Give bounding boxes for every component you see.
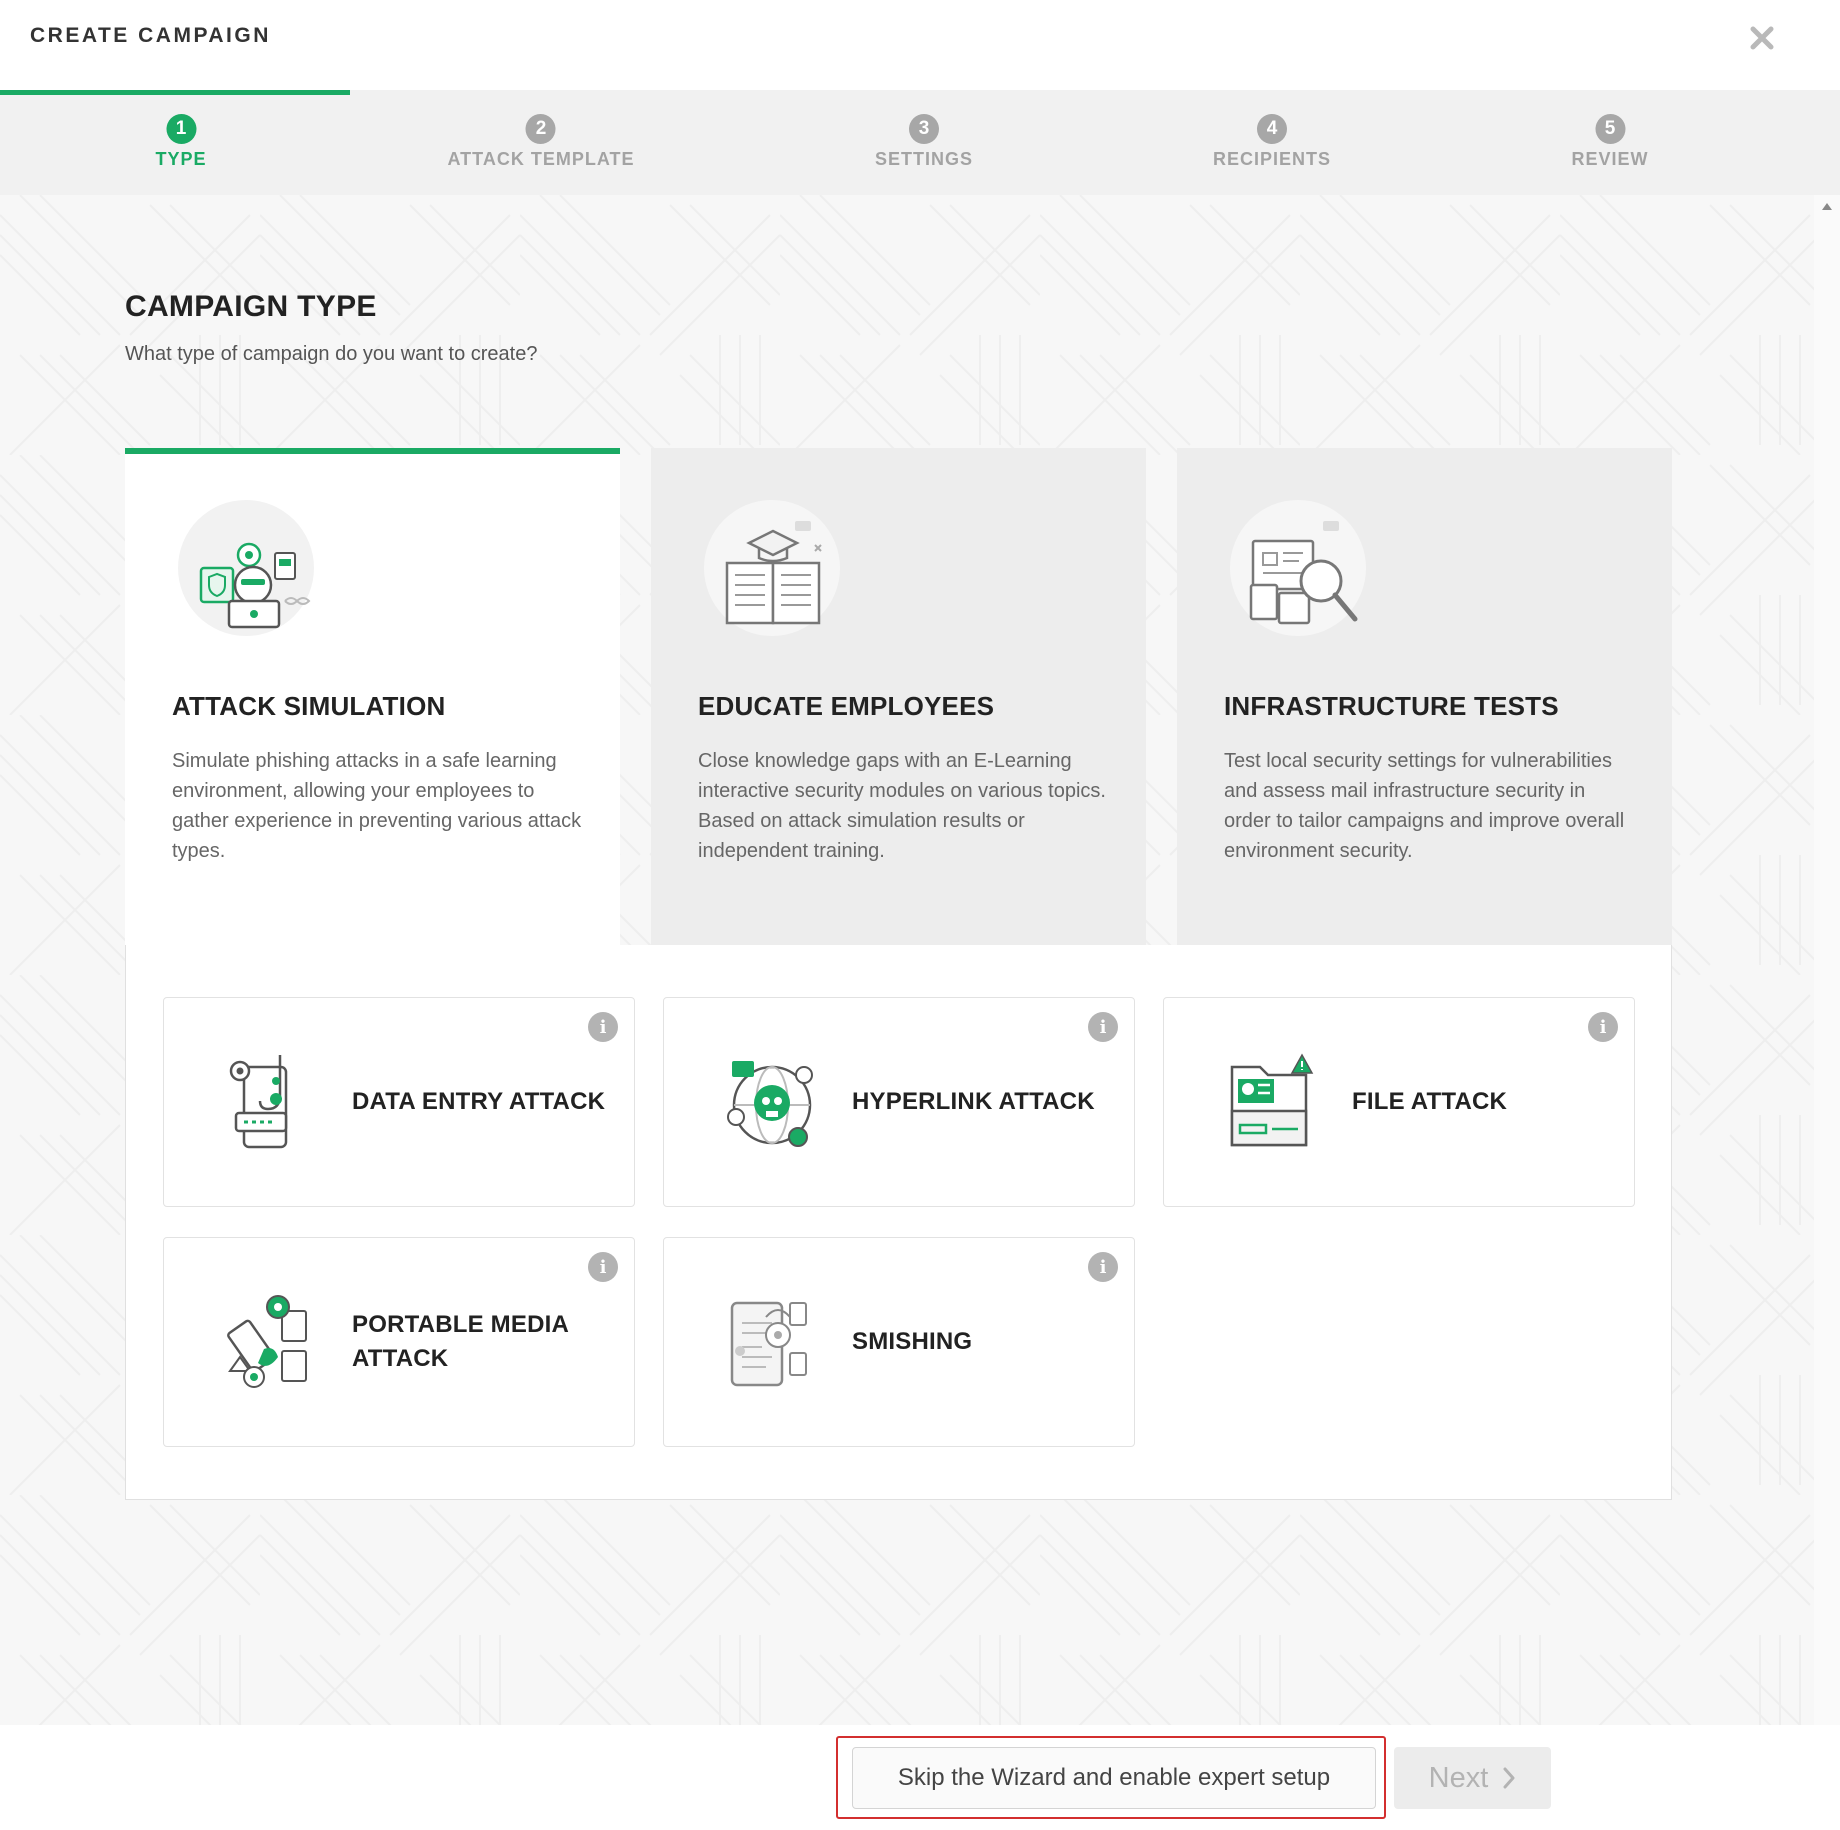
step-label: ATTACK TEMPLATE	[447, 149, 635, 169]
info-icon[interactable]: i	[1088, 1252, 1118, 1282]
step-recipients[interactable]: 4 RECIPIENTS	[1213, 114, 1331, 170]
stepper-progress-bar	[0, 90, 350, 95]
infected-folder-icon	[1230, 1053, 1314, 1147]
next-button[interactable]: Next	[1394, 1747, 1551, 1809]
skull-globe-icon	[727, 1061, 813, 1147]
content-scrollbar[interactable]	[1814, 195, 1840, 1725]
info-icon[interactable]: i	[588, 1252, 618, 1282]
step-number: 4	[1257, 114, 1287, 144]
option-label: HYPERLINK ATTACK	[852, 1088, 1095, 1115]
type-card-title: INFRASTRUCTURE TESTS	[1224, 691, 1559, 721]
attack-options-panel: DATA ENTRY ATTACK i HYPERLINK ATTACK i F…	[125, 945, 1672, 1500]
step-number: 2	[525, 114, 556, 144]
type-card-title: EDUCATE EMPLOYEES	[698, 691, 995, 721]
option-hyperlink-attack[interactable]: HYPERLINK ATTACK i	[663, 997, 1135, 1207]
wizard-stepper: 1 TYPE 2 ATTACK TEMPLATE 3 SETTINGS 4 RE…	[0, 90, 1840, 195]
option-smishing[interactable]: SMISHING i	[663, 1237, 1135, 1447]
skip-wizard-button[interactable]: Skip the Wizard and enable expert setup	[852, 1747, 1376, 1809]
type-card-description: Simulate phishing attacks in a safe lear…	[172, 750, 582, 862]
option-data-entry-attack[interactable]: DATA ENTRY ATTACK i	[163, 997, 635, 1207]
option-file-attack[interactable]: FILE ATTACK i	[1163, 997, 1635, 1207]
info-icon[interactable]: i	[1088, 1012, 1118, 1042]
next-button-label: Next	[1428, 1761, 1489, 1794]
step-label: TYPE	[155, 149, 207, 169]
info-icon[interactable]: i	[588, 1012, 618, 1042]
step-attack-template[interactable]: 2 ATTACK TEMPLATE	[448, 114, 635, 170]
step-type[interactable]: 1 TYPE	[155, 114, 206, 170]
type-card-title: ATTACK SIMULATION	[172, 691, 446, 721]
step-review[interactable]: 5 REVIEW	[1571, 114, 1648, 170]
section-title: CAMPAIGN TYPE	[125, 290, 377, 323]
phone-hook-icon	[229, 1055, 288, 1149]
section-subtitle: What type of campaign do you want to cre…	[125, 343, 538, 365]
option-label: FILE ATTACK	[1352, 1088, 1508, 1115]
graduation-book-icon	[704, 500, 840, 636]
option-portable-media-attack[interactable]: PORTABLE MEDIA ATTACK i	[163, 1237, 635, 1447]
close-button[interactable]	[1744, 20, 1780, 56]
dialog-footer: Skip the Wizard and enable expert setup …	[0, 1725, 1840, 1830]
usb-device-icon	[227, 1295, 307, 1388]
dialog-title: CREATE CAMPAIGN	[30, 24, 271, 47]
type-card-description: Close knowledge gaps with an E-Learning …	[698, 750, 1106, 862]
scroll-up-arrow-icon[interactable]	[1822, 203, 1832, 210]
type-card-description: Test local security settings for vulnera…	[1224, 750, 1625, 862]
phone-message-icon	[730, 1301, 807, 1387]
type-card-educate-employees[interactable]: EDUCATE EMPLOYEES Close knowledge gaps w…	[651, 448, 1146, 945]
step-settings[interactable]: 3 SETTINGS	[875, 114, 973, 170]
option-label: PORTABLE MEDIA ATTACK	[352, 1311, 569, 1372]
wizard-content: CAMPAIGN TYPE What type of campaign do y…	[0, 195, 1814, 1725]
hacker-laptop-icon	[178, 500, 314, 636]
step-number: 1	[165, 114, 196, 144]
option-label: DATA ENTRY ATTACK	[352, 1088, 606, 1115]
option-label: SMISHING	[852, 1328, 973, 1355]
info-icon[interactable]: i	[1588, 1012, 1618, 1042]
step-label: SETTINGS	[874, 149, 974, 169]
close-icon	[1750, 26, 1774, 50]
dialog-header: CREATE CAMPAIGN	[0, 0, 1840, 90]
step-label: REVIEW	[1571, 149, 1649, 169]
step-number: 3	[908, 114, 939, 144]
step-label: RECIPIENTS	[1212, 149, 1332, 169]
magnifier-documents-icon	[1230, 500, 1366, 636]
chevron-right-icon	[1503, 1767, 1515, 1789]
step-number: 5	[1594, 114, 1625, 144]
type-card-attack-simulation[interactable]: ATTACK SIMULATION Simulate phishing atta…	[125, 448, 620, 945]
type-card-infrastructure-tests[interactable]: INFRASTRUCTURE TESTS Test local security…	[1177, 448, 1672, 945]
